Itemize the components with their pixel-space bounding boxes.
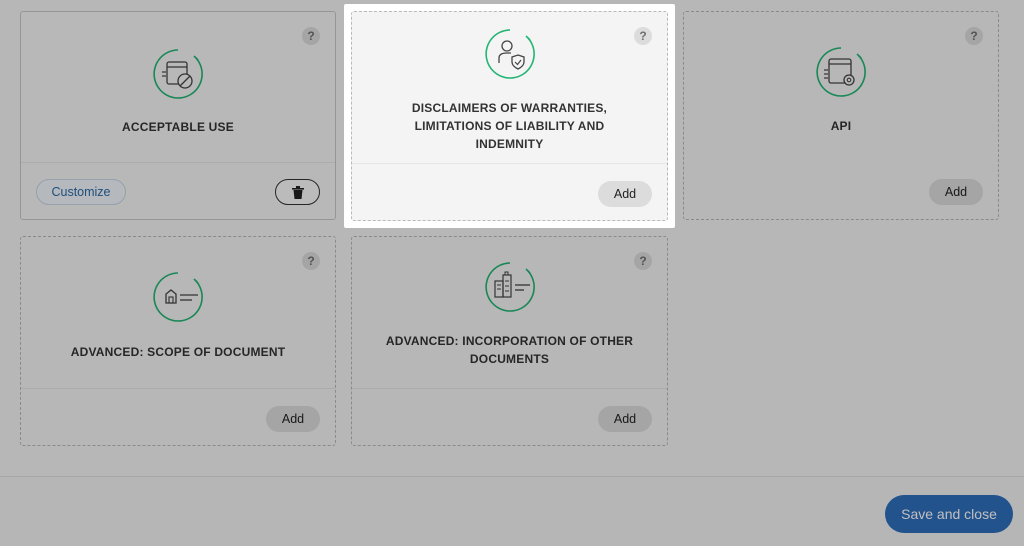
customize-button[interactable]: Customize bbox=[36, 179, 126, 205]
delete-button[interactable] bbox=[275, 179, 320, 205]
api-settings-icon bbox=[816, 47, 866, 97]
card-title: Disclaimers of Warranties, Limitations o… bbox=[411, 101, 608, 151]
acceptable-use-icon bbox=[153, 49, 203, 99]
card-acceptable-use: ? Acceptable Use Customize bbox=[20, 11, 336, 220]
user-shield-icon bbox=[484, 29, 535, 79]
card-title: Acceptable Use bbox=[122, 120, 234, 134]
card-api: ? API Add bbox=[683, 11, 999, 220]
card-title: Advanced: Incorporation of Other Documen… bbox=[385, 334, 634, 366]
card-title: API bbox=[830, 119, 852, 133]
card-disclaimers-of-warranties: ? Disclaimers of Warranties, Limitations… bbox=[351, 11, 668, 221]
card-title: Advanced: Scope of Document bbox=[70, 345, 286, 359]
add-button[interactable]: Add bbox=[929, 179, 983, 205]
add-button[interactable]: Add bbox=[598, 181, 652, 207]
spotlight-frame: ? Disclaimers of Warranties, Limitations… bbox=[344, 4, 675, 228]
document-scope-icon bbox=[153, 272, 203, 322]
card-advanced-incorporation-of-other-documents: ? Advanced: Incorporation of Other Docum… bbox=[351, 236, 668, 446]
card-advanced-scope-of-document: ? Advanced: Scope of Document Add bbox=[20, 236, 336, 446]
save-and-close-button[interactable]: Save and close bbox=[885, 495, 1013, 533]
add-button[interactable]: Add bbox=[266, 406, 320, 432]
buildings-icon bbox=[484, 262, 535, 312]
add-button[interactable]: Add bbox=[598, 406, 652, 432]
trash-icon bbox=[291, 185, 304, 199]
footer-bar: Save and close bbox=[0, 476, 1024, 546]
